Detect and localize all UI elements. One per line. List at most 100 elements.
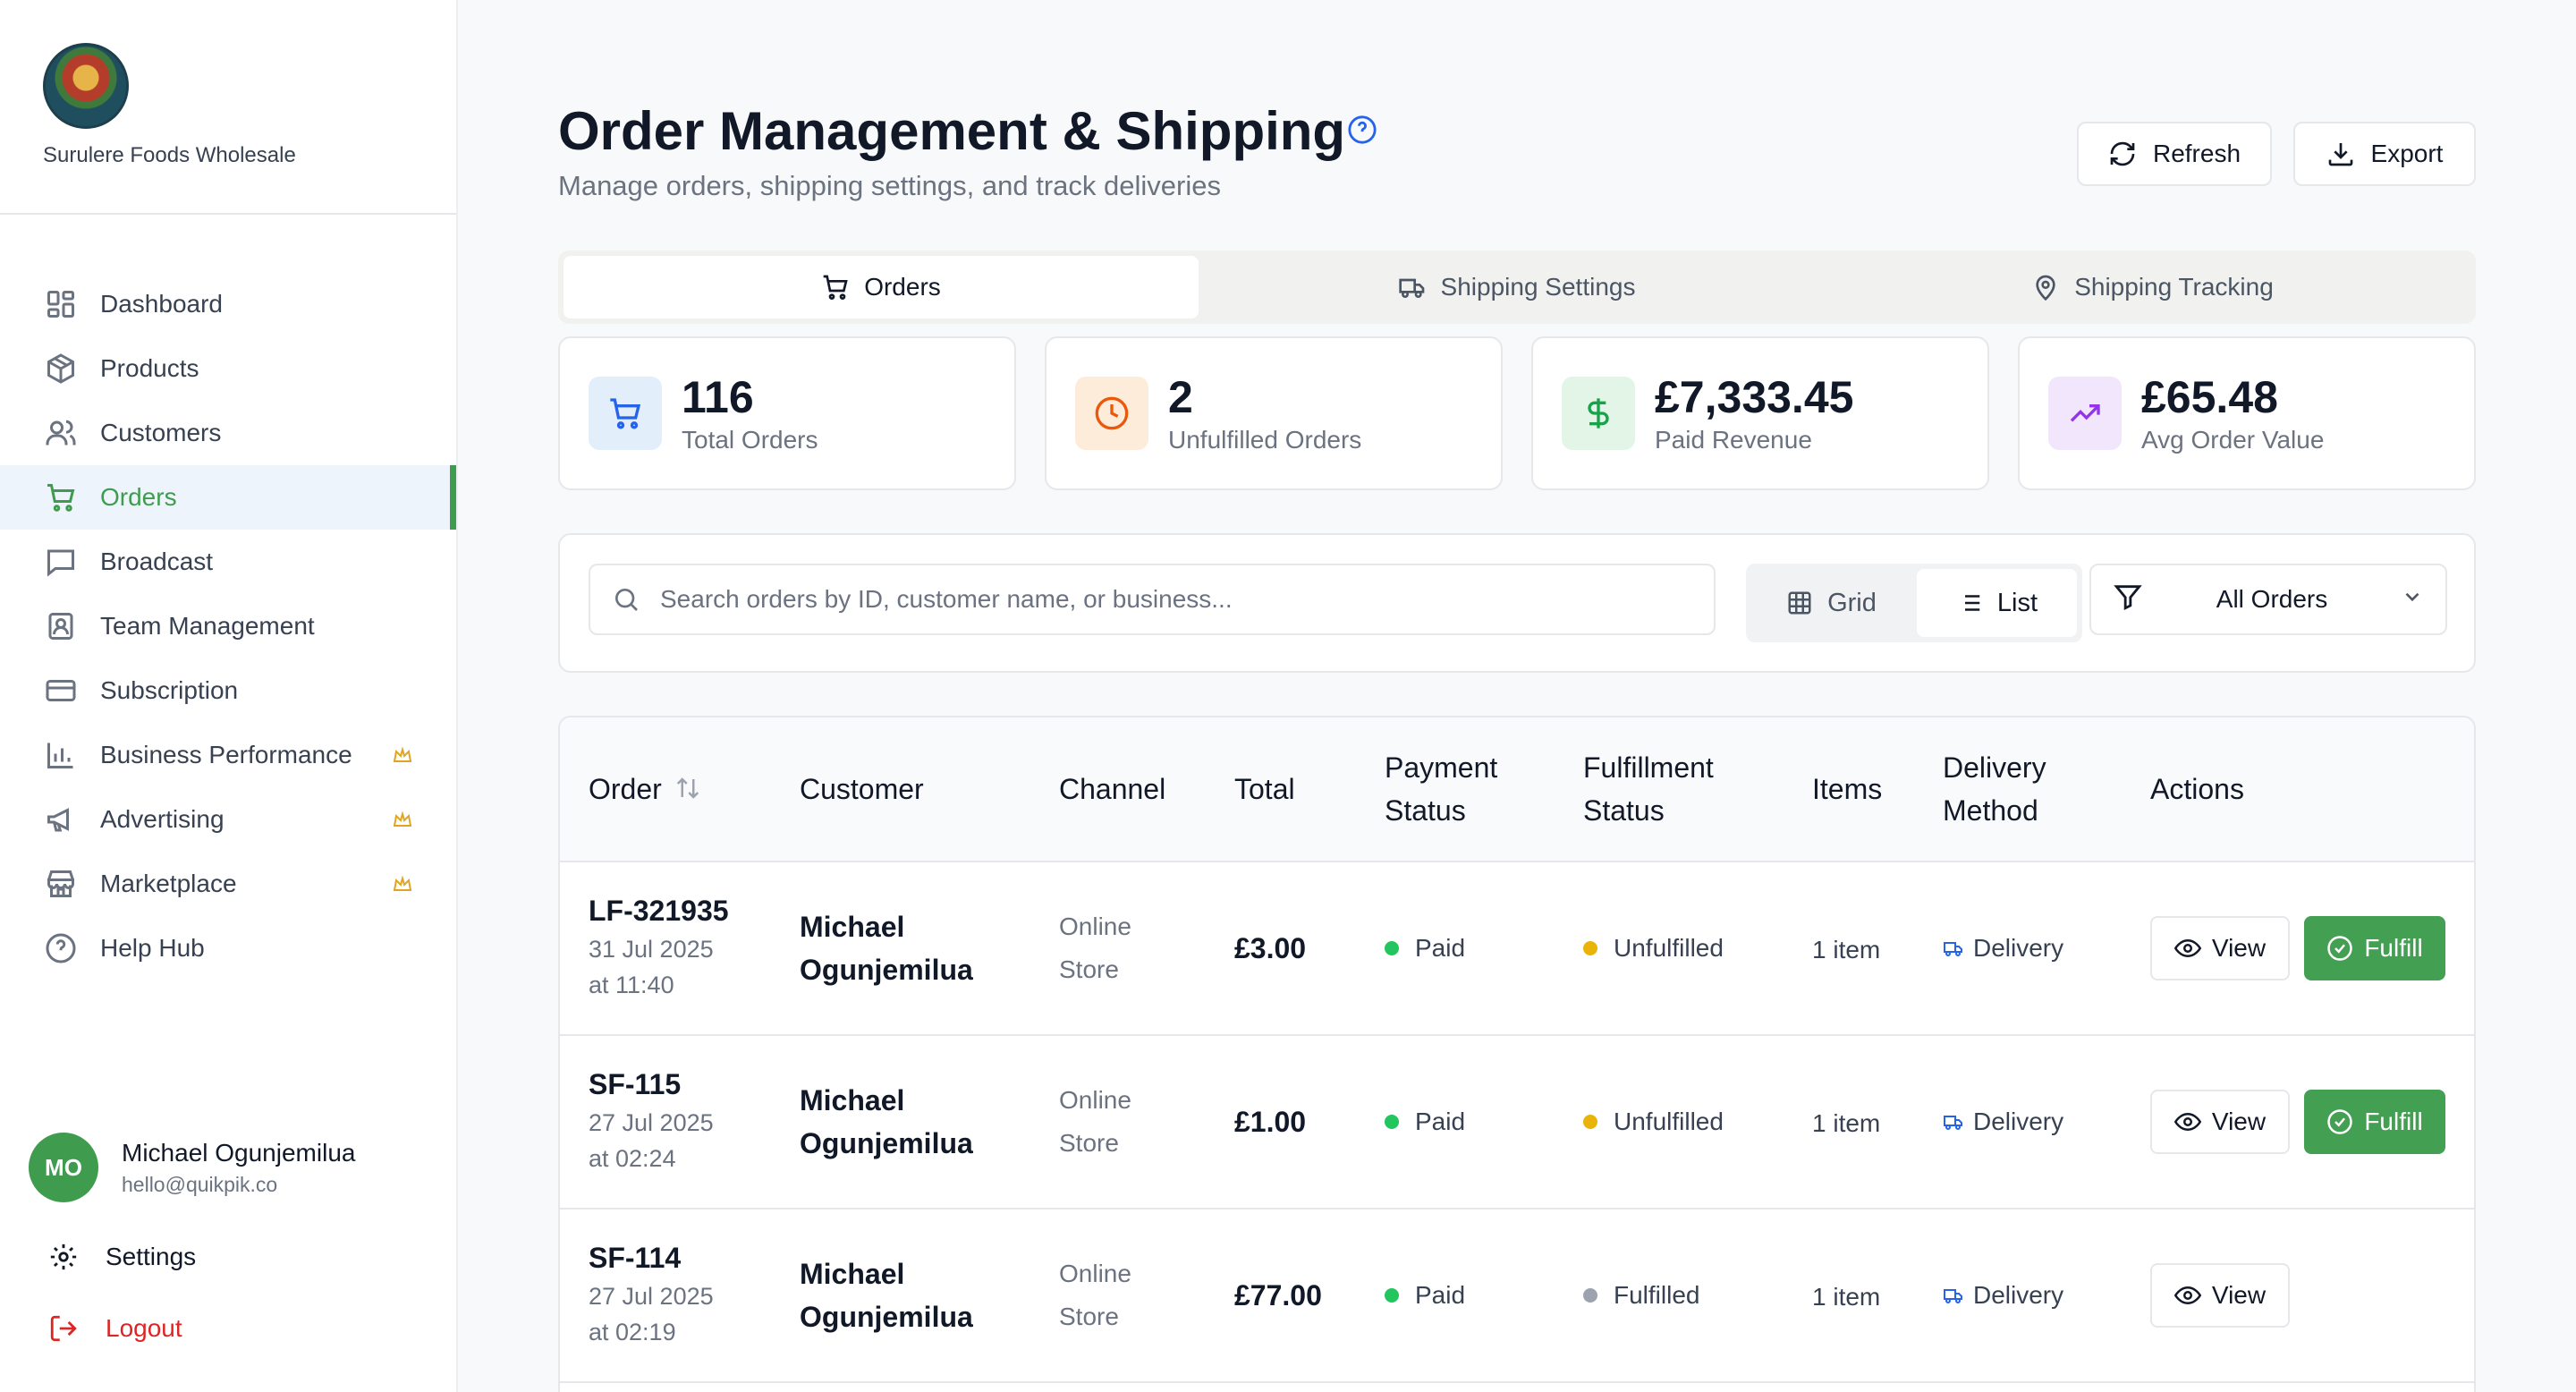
- sidebar: Surulere Foods Wholesale Dashboard Produ…: [0, 0, 458, 1392]
- grid-label: Grid: [1827, 588, 1877, 617]
- user-profile[interactable]: MO Michael Ogunjemilua hello@quikpik.co: [29, 1133, 355, 1202]
- sidebar-item-label: Broadcast: [100, 547, 214, 575]
- store-icon: [43, 866, 79, 902]
- order-id[interactable]: LF-321935: [589, 895, 729, 928]
- column-label: Payment: [1385, 751, 1498, 784]
- refresh-button[interactable]: Refresh: [2077, 122, 2272, 186]
- clock-icon: [1095, 396, 1129, 430]
- column-order[interactable]: Order: [589, 768, 701, 813]
- settings-link[interactable]: Settings: [48, 1242, 196, 1272]
- fulfill-order-button[interactable]: Fulfill: [2304, 916, 2445, 980]
- sidebar-item-customers[interactable]: Customers: [0, 401, 456, 465]
- sidebar-item-subscription[interactable]: Subscription: [0, 658, 456, 723]
- view-order-button[interactable]: View: [2150, 916, 2290, 980]
- order-id[interactable]: SF-115: [589, 1068, 714, 1101]
- sidebar-item-marketplace[interactable]: Marketplace: [0, 852, 456, 916]
- cart-icon: [43, 480, 79, 515]
- view-label: View: [2211, 1281, 2267, 1309]
- list-view-button[interactable]: List: [1917, 569, 2077, 637]
- stats-row: 116 Total Orders 2 Unfulfilled Orders £7…: [558, 336, 2476, 490]
- stat-label: Paid Revenue: [1655, 425, 1812, 454]
- table-row[interactable]: SF-114 27 Jul 2025 at 02:19 Michael Ogunje…: [560, 1210, 2474, 1383]
- sort-icon[interactable]: [674, 770, 701, 813]
- stat-value: 116: [682, 371, 754, 422]
- fulfill-order-button[interactable]: Fulfill: [2304, 1090, 2445, 1154]
- check-circle-icon: [2327, 1109, 2353, 1134]
- sidebar-item-label: Dashboard: [100, 290, 223, 318]
- status-dot: [1583, 1115, 1597, 1129]
- download-icon: [2328, 143, 2352, 166]
- view-label: View: [2211, 1108, 2267, 1135]
- column-label: Status: [1385, 794, 1466, 827]
- search-input[interactable]: [660, 585, 1689, 614]
- column-label: Order: [589, 773, 662, 805]
- table-row[interactable]: LF-321935 31 Jul 2025 at 11:40 Michael Ogu…: [560, 862, 2474, 1036]
- tab-shipping-tracking[interactable]: Shipping Tracking: [1835, 256, 2470, 318]
- column-total: Total: [1234, 773, 1295, 805]
- tab-orders[interactable]: Orders: [564, 256, 1199, 318]
- view-order-button[interactable]: View: [2150, 1090, 2290, 1154]
- channel: Online Store: [1059, 1260, 1131, 1330]
- stat-icon-box: [2048, 377, 2122, 450]
- check-circle-icon: [2327, 936, 2353, 961]
- order-id[interactable]: SF-114: [589, 1242, 714, 1275]
- orders-table: Order Customer Channel Total Payment Sta…: [558, 716, 2476, 1392]
- sidebar-nav: Dashboard Products Customers Orders Broa…: [0, 215, 456, 980]
- cart-icon: [823, 275, 848, 300]
- megaphone-icon: [43, 802, 79, 837]
- sidebar-item-label: Team Management: [100, 612, 315, 640]
- view-order-button[interactable]: View: [2150, 1263, 2290, 1328]
- sidebar-item-help-hub[interactable]: Help Hub: [0, 916, 456, 980]
- sidebar-item-advertising[interactable]: Advertising: [0, 787, 456, 852]
- brand: Surulere Foods Wholesale: [0, 0, 456, 215]
- stat-label: Unfulfilled Orders: [1168, 425, 1362, 454]
- export-button[interactable]: Export: [2293, 122, 2476, 186]
- truck-icon: [1944, 942, 1962, 956]
- list-label: List: [1996, 588, 2038, 617]
- channel: Online Store: [1059, 1086, 1131, 1157]
- order-date: 31 Jul 2025 at 11:40: [589, 936, 714, 998]
- fulfill-label: Fulfill: [2364, 934, 2423, 962]
- tab-shipping-settings[interactable]: Shipping Settings: [1199, 256, 1835, 318]
- sidebar-item-label: Advertising: [100, 805, 225, 833]
- map-pin-icon: [2036, 275, 2055, 301]
- sidebar-item-orders[interactable]: Orders: [0, 465, 456, 530]
- order-filter-select[interactable]: All Orders: [2089, 564, 2447, 635]
- table-row[interactable]: SF-115 27 Jul 2025 at 02:24 Michael Ogunje…: [560, 1036, 2474, 1210]
- gear-icon: [50, 1243, 77, 1270]
- logout-label: Logout: [106, 1314, 182, 1342]
- payment-status: Paid: [1385, 934, 1465, 963]
- brand-name: Surulere Foods Wholesale: [43, 143, 296, 167]
- page-title: Order Management & Shipping: [558, 101, 1346, 161]
- sidebar-item-business-performance[interactable]: Business Performance: [0, 723, 456, 787]
- stat-icon-box: [589, 377, 662, 450]
- sidebar-item-dashboard[interactable]: Dashboard: [0, 272, 456, 336]
- help-icon[interactable]: [1347, 115, 1377, 145]
- column-label: Fulfillment: [1583, 751, 1714, 784]
- stat-icon-box: [1075, 377, 1148, 450]
- stat-card-avg-order-value: £65.48 Avg Order Value: [2018, 336, 2476, 490]
- item-count: 1 item: [1812, 1109, 1881, 1137]
- search-icon: [615, 589, 638, 611]
- sidebar-item-products[interactable]: Products: [0, 336, 456, 401]
- package-icon: [43, 351, 79, 386]
- brand-logo[interactable]: [43, 43, 129, 129]
- crown-icon: [392, 809, 413, 830]
- sidebar-item-team-management[interactable]: Team Management: [0, 594, 456, 658]
- sidebar-item-broadcast[interactable]: Broadcast: [0, 530, 456, 594]
- logout-icon: [50, 1315, 77, 1342]
- column-label: Method: [1943, 794, 2038, 827]
- page-subtitle: Manage orders, shipping settings, and tr…: [558, 170, 1221, 201]
- logout-link[interactable]: Logout: [48, 1313, 182, 1344]
- stat-value: 2: [1168, 371, 1193, 422]
- stat-label: Total Orders: [682, 425, 818, 454]
- payment-status: Paid: [1385, 1108, 1465, 1136]
- user-email: hello@quikpik.co: [122, 1172, 278, 1196]
- stat-label: Avg Order Value: [2141, 425, 2325, 454]
- grid-view-button[interactable]: Grid: [1751, 569, 1911, 637]
- filter-value: All Orders: [2216, 585, 2328, 613]
- main-tabs: Orders Shipping Settings Shipping Tracki…: [558, 250, 2476, 324]
- fulfill-label: Fulfill: [2364, 1108, 2423, 1135]
- bar-chart-icon: [43, 737, 79, 773]
- stat-card-paid-revenue: £7,333.45 Paid Revenue: [1531, 336, 1989, 490]
